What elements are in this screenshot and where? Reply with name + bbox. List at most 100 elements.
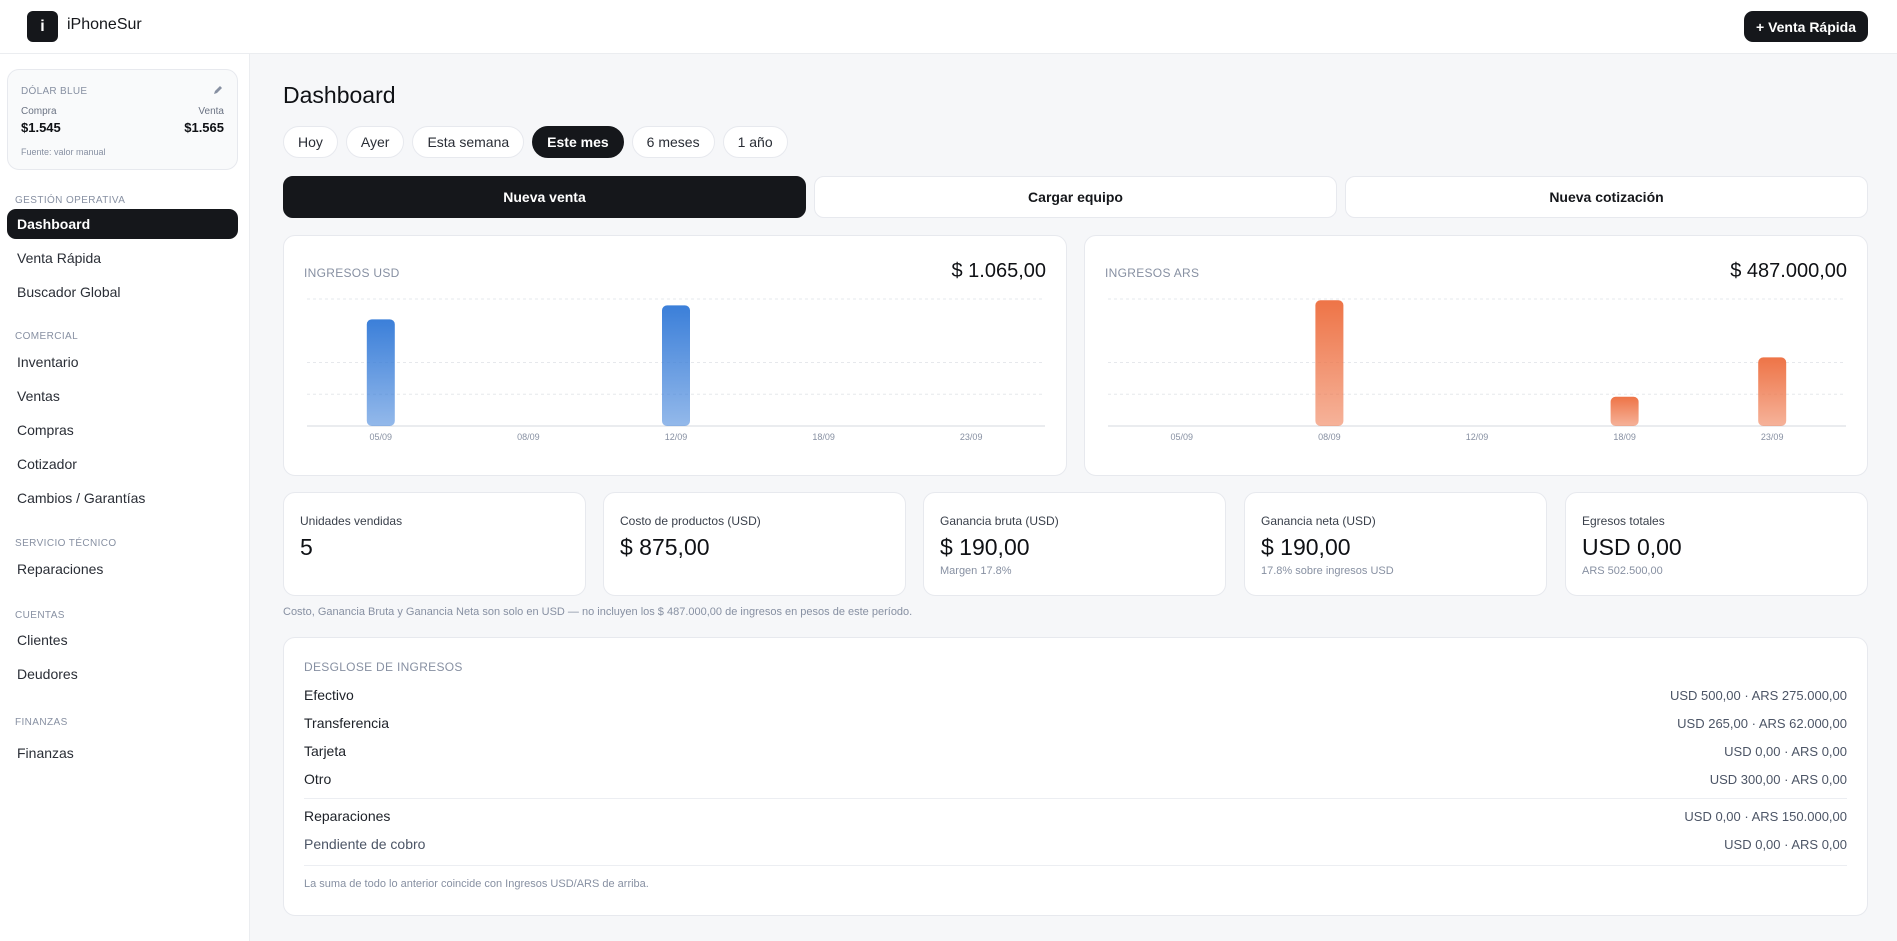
kpi-label: Egresos totales xyxy=(1582,514,1665,528)
tab-1-ano[interactable]: 1 año xyxy=(722,126,788,158)
x-tick-label: 18/09 xyxy=(812,432,835,442)
sidebar-item-cotizador[interactable]: Cotizador xyxy=(7,449,238,479)
kpi-value: $ 190,00 xyxy=(1261,534,1351,560)
breakdown-value: USD 0,00 · ARS 0,00 xyxy=(1724,836,1847,852)
x-tick-label: 08/09 xyxy=(517,432,540,442)
breakdown-value: USD 0,00 · ARS 150.000,00 xyxy=(1684,808,1847,824)
chart-card-ars: INGRESOS ARS $ 487.000,00 05/09 08/09 12/0… xyxy=(1084,235,1868,476)
sidebar-item-label: Cotizador xyxy=(17,456,77,472)
kpi-total-expenses: Egresos totales USD 0,00 ARS 502.500,00 xyxy=(1565,492,1868,596)
breakdown-value: USD 300,00 · ARS 0,00 xyxy=(1709,771,1847,787)
breakdown-row-transferencia: Transferencia USD 265,00 · ARS 62.000,00 xyxy=(304,713,1847,733)
kpi-label: Ganancia neta (USD) xyxy=(1261,514,1376,528)
section-comercial: COMERCIAL xyxy=(15,331,79,342)
dolar-source: Fuente: valor manual xyxy=(21,147,106,157)
x-tick-label: 05/09 xyxy=(370,432,393,442)
breakdown-value: USD 0,00 · ARS 0,00 xyxy=(1724,743,1847,759)
dolar-sell-label: Venta xyxy=(198,106,224,117)
sidebar-item-label: Dashboard xyxy=(17,216,91,232)
sidebar-item-label: Clientes xyxy=(17,632,68,648)
sidebar-item-label: Compras xyxy=(17,422,74,438)
sidebar-item-ventas[interactable]: Ventas xyxy=(7,381,238,411)
load-device-button[interactable]: Cargar equipo xyxy=(814,176,1337,218)
section-servicio-tecnico: SERVICIO TÉCNICO xyxy=(15,538,117,549)
sidebar-item-deudores[interactable]: Deudores xyxy=(7,659,238,689)
sidebar-item-clientes[interactable]: Clientes xyxy=(7,625,238,655)
x-tick-label: 23/09 xyxy=(1761,432,1784,442)
sidebar-item-label: Venta Rápida xyxy=(17,250,102,266)
breakdown-label: Reparaciones xyxy=(304,808,391,824)
tab-6-meses[interactable]: 6 meses xyxy=(631,126,715,158)
kpi-value: 5 xyxy=(300,534,313,560)
bar-08-09[interactable] xyxy=(1315,300,1344,426)
sidebar-item-compras[interactable]: Compras xyxy=(7,415,238,445)
tab-este-mes[interactable]: Este mes xyxy=(532,126,624,158)
breakdown-label: Efectivo xyxy=(304,687,354,703)
tab-esta-semana[interactable]: Esta semana xyxy=(412,126,525,158)
sidebar-item-dashboard[interactable]: Dashboard xyxy=(7,209,238,239)
pencil-icon[interactable] xyxy=(213,85,223,95)
kpi-sub: Margen 17.8% xyxy=(940,565,1012,577)
period-tabs: Hoy Ayer Esta semana Este mes 6 meses 1 … xyxy=(283,126,788,158)
kpi-gross-profit: Ganancia bruta (USD) $ 190,00 Margen 17.… xyxy=(923,492,1226,596)
top-bar: i iPhoneSur + Venta Rápida xyxy=(0,0,1897,54)
breakdown-value: USD 500,00 · ARS 275.000,00 xyxy=(1669,687,1847,703)
page-title: Dashboard xyxy=(283,82,396,108)
breakdown-label: Tarjeta xyxy=(304,743,347,759)
breakdown-row-efectivo: Efectivo USD 500,00 · ARS 275.000,00 xyxy=(304,685,1847,705)
kpi-label: Unidades vendidas xyxy=(300,514,403,528)
breakdown-label: Otro xyxy=(304,771,332,787)
breakdown-row-tarjeta: Tarjeta USD 0,00 · ARS 0,00 xyxy=(304,741,1847,761)
quick-sale-button[interactable]: + Venta Rápida xyxy=(1744,11,1868,42)
sidebar-item-inventario[interactable]: Inventario xyxy=(7,347,238,377)
usd-disclaimer: Costo, Ganancia Bruta y Ganancia Neta so… xyxy=(283,606,913,618)
dolar-buy-label: Compra xyxy=(21,106,57,117)
kpi-value: $ 190,00 xyxy=(940,534,1030,560)
breakdown-divider xyxy=(304,798,1847,799)
chart-card-usd: INGRESOS USD $ 1.065,00 05/09 08/09 12/09 1… xyxy=(283,235,1067,476)
sidebar-item-finanzas[interactable]: Finanzas xyxy=(7,738,238,768)
sidebar-item-label: Deudores xyxy=(17,666,78,682)
sidebar-item-label: Cambios / Garantías xyxy=(17,490,146,506)
bar-12-09[interactable] xyxy=(662,305,690,426)
app-logo[interactable]: i xyxy=(27,11,58,42)
dolar-sell-value: $1.565 xyxy=(184,120,224,135)
breakdown-row-reparaciones: Reparaciones USD 0,00 · ARS 150.000,00 xyxy=(304,806,1847,826)
bar-23-09[interactable] xyxy=(1758,357,1787,426)
sidebar-item-cambios-garantias[interactable]: Cambios / Garantías xyxy=(7,483,238,513)
new-quote-button[interactable]: Nueva cotización xyxy=(1345,176,1868,218)
new-sale-button[interactable]: Nueva venta xyxy=(283,176,806,218)
section-gestion-operativa: GESTIÓN OPERATIVA xyxy=(15,195,126,206)
kpi-label: Costo de productos (USD) xyxy=(620,514,761,528)
dolar-title: DÓLAR BLUE xyxy=(21,86,88,97)
bar-18-09[interactable] xyxy=(1610,396,1639,426)
sidebar-item-buscador-global[interactable]: Buscador Global xyxy=(7,277,238,307)
sidebar-item-label: Reparaciones xyxy=(17,561,104,577)
tab-hoy[interactable]: Hoy xyxy=(283,126,338,158)
chart-usd: 05/09 08/09 12/09 18/09 23/09 xyxy=(307,298,1045,442)
kpi-product-cost: Costo de productos (USD) $ 875,00 xyxy=(603,492,906,596)
sidebar-item-label: Ventas xyxy=(17,388,60,404)
breakdown-value: USD 265,00 · ARS 62.000,00 xyxy=(1677,715,1847,731)
chart-ars: 05/09 08/09 12/09 18/09 23/09 xyxy=(1108,298,1846,442)
app-name: iPhoneSur xyxy=(67,16,142,33)
sidebar-item-reparaciones[interactable]: Reparaciones xyxy=(7,554,238,584)
x-tick-label: 23/09 xyxy=(960,432,983,442)
sidebar-item-label: Inventario xyxy=(17,354,79,370)
x-tick-label: 05/09 xyxy=(1171,432,1194,442)
bar-05-09[interactable] xyxy=(366,319,395,426)
breakdown-row-otro: Otro USD 300,00 · ARS 0,00 xyxy=(304,769,1847,789)
tab-ayer[interactable]: Ayer xyxy=(345,126,405,158)
kpi-sub: 17.8% sobre ingresos USD xyxy=(1261,565,1394,577)
sidebar-item-venta-rapida[interactable]: Venta Rápida xyxy=(7,243,238,273)
breakdown-label: Transferencia xyxy=(304,715,390,731)
breakdown-title: DESGLOSE DE INGRESOS xyxy=(304,660,463,674)
breakdown-divider xyxy=(304,865,1847,866)
x-tick-label: 18/09 xyxy=(1613,432,1636,442)
breakdown-label: Pendiente de cobro xyxy=(304,836,426,852)
section-cuentas: CUENTAS xyxy=(15,610,65,621)
kpi-value: $ 875,00 xyxy=(620,534,710,560)
kpi-net-profit: Ganancia neta (USD) $ 190,00 17.8% sobre… xyxy=(1244,492,1547,596)
sidebar: DÓLAR BLUE Compra Venta $1.545 $1.565 Fu… xyxy=(0,54,250,941)
dolar-blue-card: DÓLAR BLUE Compra Venta $1.545 $1.565 Fu… xyxy=(7,69,238,170)
